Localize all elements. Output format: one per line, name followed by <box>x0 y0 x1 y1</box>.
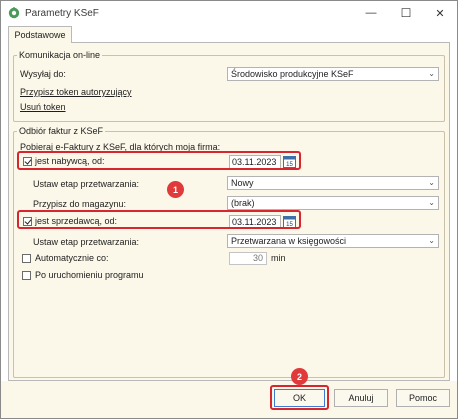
online-group-title: Komunikacja on-line <box>17 50 103 60</box>
ok-button[interactable]: OK <box>274 389 325 407</box>
tab-panel: Komunikacja on-line Wysyłaj do: Środowis… <box>8 42 450 381</box>
remove-token-link[interactable]: Usuń token <box>20 102 66 112</box>
annotation-badge-1: 1 <box>167 181 184 198</box>
chevron-down-icon: ⌄ <box>428 198 435 207</box>
seller-row-highlight <box>17 210 301 229</box>
minimize-button[interactable]: — <box>356 3 386 23</box>
chevron-down-icon: ⌄ <box>428 69 435 78</box>
tab-podstawowe[interactable]: Podstawowe <box>8 26 72 43</box>
assign-token-link[interactable]: Przypisz token autoryzujący <box>20 87 132 97</box>
dialog-footer: OK Anuluj Pomoc <box>1 381 457 418</box>
buyer-stage-label: Ustaw etap przetwarzania: <box>33 179 140 189</box>
chevron-down-icon: ⌄ <box>428 178 435 187</box>
seller-stage-value: Przetwarzana w księgowości <box>231 236 347 246</box>
seller-stage-select[interactable]: Przetwarzana w księgowości ⌄ <box>227 234 439 248</box>
send-to-value: Środowisko produkcyjne KSeF <box>231 69 354 79</box>
buyer-stage-value: Nowy <box>231 178 254 188</box>
buyer-stage-select[interactable]: Nowy ⌄ <box>227 176 439 190</box>
warehouse-label: Przypisz do magazynu: <box>33 199 127 209</box>
help-label: Pomoc <box>408 393 437 403</box>
title-bar: Parametry KSeF — ☐ ✕ <box>1 1 457 27</box>
on-start-label: Po uruchomieniu programu <box>35 270 144 280</box>
auto-checkbox[interactable] <box>22 254 31 263</box>
maximize-button[interactable]: ☐ <box>391 3 421 23</box>
send-to-label: Wysyłaj do: <box>20 69 66 79</box>
close-icon: ✕ <box>435 7 445 20</box>
warehouse-value: (brak) <box>231 198 255 208</box>
window-title: Parametry KSeF <box>25 8 99 19</box>
buyer-row-highlight <box>17 151 301 170</box>
help-button[interactable]: Pomoc <box>396 389 450 407</box>
chevron-down-icon: ⌄ <box>428 236 435 245</box>
maximize-icon: ☐ <box>400 6 412 20</box>
cancel-label: Anuluj <box>348 393 374 403</box>
send-to-select[interactable]: Środowisko produkcyjne KSeF ⌄ <box>227 67 439 81</box>
seller-stage-label: Ustaw etap przetwarzania: <box>33 237 140 247</box>
auto-label: Automatycznie co: <box>35 253 109 263</box>
cancel-button[interactable]: Anuluj <box>334 389 388 407</box>
auto-interval-value: 30 <box>252 253 263 263</box>
ok-label: OK <box>292 393 306 403</box>
annotation-badge-2: 2 <box>291 368 308 385</box>
app-icon <box>8 7 20 19</box>
tab-label: Podstawowe <box>14 30 66 40</box>
close-button[interactable]: ✕ <box>425 3 455 23</box>
dialog-window: Parametry KSeF — ☐ ✕ Podstawowe Komunika… <box>0 0 458 419</box>
receive-group-title: Odbiór faktur z KSeF <box>17 126 106 136</box>
on-start-checkbox[interactable] <box>22 271 31 280</box>
warehouse-select[interactable]: (brak) ⌄ <box>227 196 439 210</box>
minimize-icon: — <box>365 7 377 19</box>
auto-unit-label: min <box>271 253 286 263</box>
auto-interval-input[interactable]: 30 <box>229 252 267 265</box>
